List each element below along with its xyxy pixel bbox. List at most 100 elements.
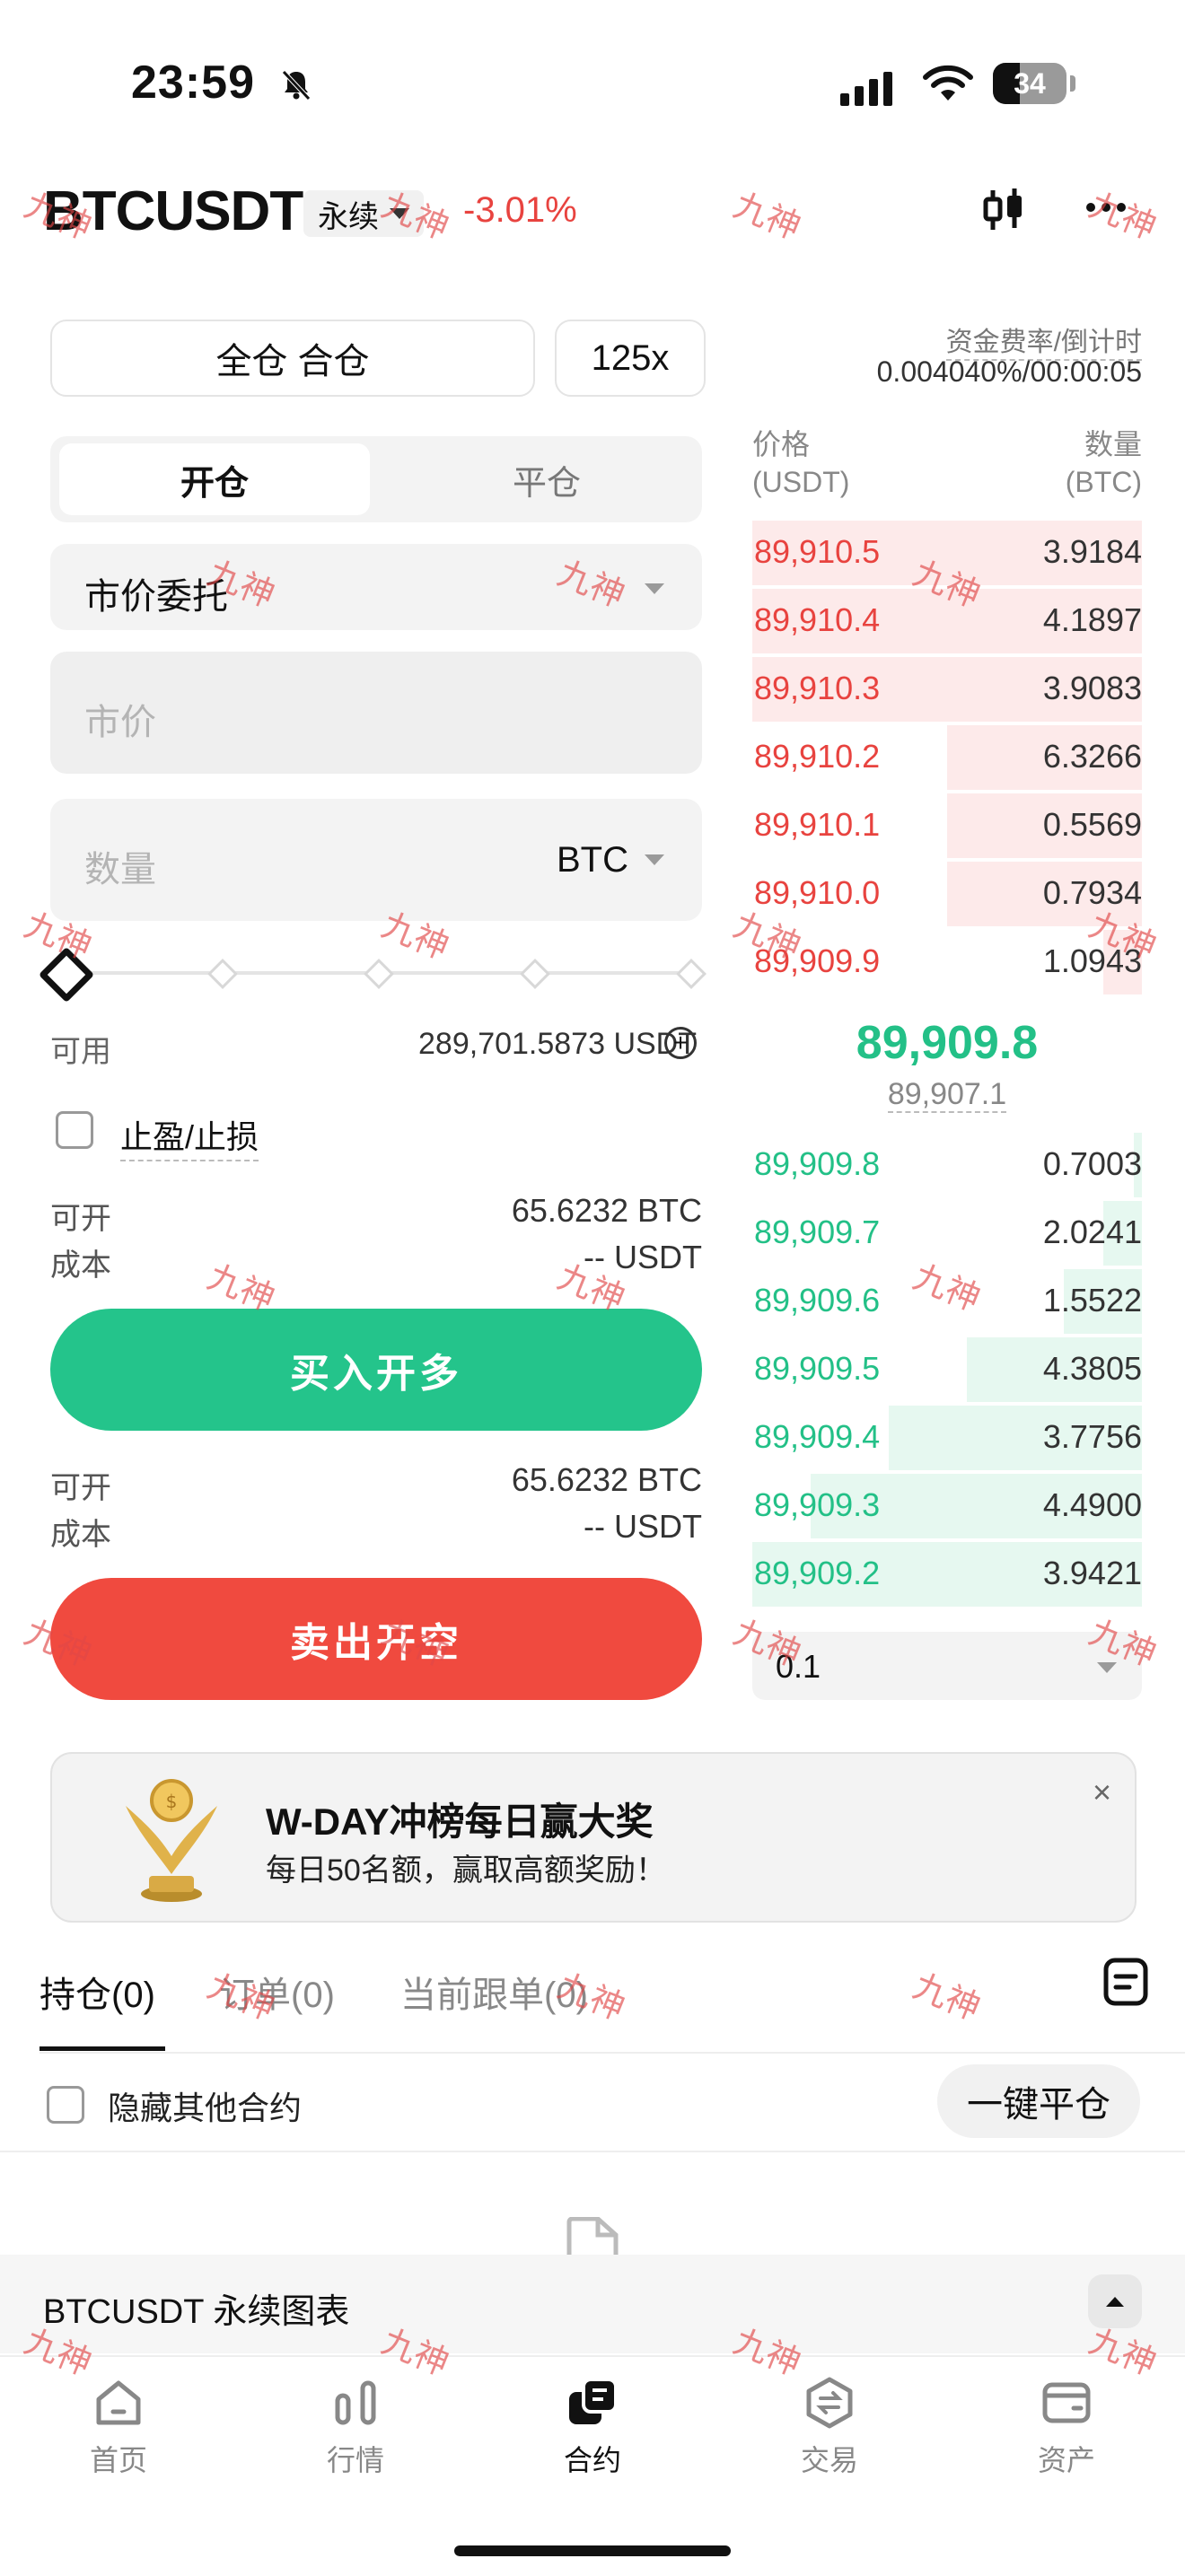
ask-row[interactable]: 89,910.3 3.9083 [752,655,1142,723]
close-all-button[interactable]: 一键平仓 [937,2064,1140,2138]
bid-price: 89,909.8 [754,1145,881,1182]
empty-file-icon [566,2217,619,2256]
ask-row[interactable]: 89,909.9 1.0943 [752,928,1142,996]
battery-icon: 34 [993,63,1066,104]
long-cost-label: 成本 [50,1249,111,1283]
slider-step-100[interactable] [676,959,707,989]
price-placeholder: 市价 [84,703,156,742]
nav-trade-label: 交易 [800,2444,858,2476]
price-input[interactable]: 市价 [50,652,702,774]
ask-price: 89,910.5 [754,533,881,570]
ask-price: 89,910.2 [754,738,881,775]
ask-price: 89,910.4 [754,601,881,638]
qty-header-label: 数量 [1084,428,1142,460]
quantity-unit-select[interactable]: BTC [557,840,628,881]
margin-mode-button[interactable]: 全仓 合仓 [50,320,535,397]
tab-underline [40,2046,165,2051]
bid-price: 89,909.2 [754,1555,881,1591]
open-close-tabs: 开仓 平仓 [50,436,702,522]
depth-step-select[interactable]: 0.1 [752,1632,1142,1700]
ask-qty: 3.9083 [1042,670,1142,706]
bid-qty: 4.4900 [1042,1486,1142,1523]
bid-qty: 4.3805 [1042,1350,1142,1387]
bid-qty: 3.9421 [1042,1555,1142,1591]
nav-futures[interactable]: 合约 [474,2357,711,2479]
bid-price: 89,909.4 [754,1418,881,1455]
hide-others-checkbox[interactable] [47,2086,84,2124]
quantity-input[interactable]: 数量 BTC [50,799,702,921]
buy-long-button[interactable]: 买入开多 [50,1309,702,1431]
ask-row[interactable]: 89,910.1 0.5569 [752,792,1142,860]
short-cost-label: 成本 [50,1518,111,1552]
futures-icon [569,2378,618,2424]
bid-price: 89,909.6 [754,1282,881,1319]
nav-trade[interactable]: 交易 [711,2357,948,2479]
bid-qty: 0.7003 [1042,1145,1142,1182]
wallet-icon [1042,2382,1091,2423]
bid-price: 89,909.5 [754,1350,881,1387]
transfer-plus-icon[interactable]: + [664,1027,697,1059]
funding-rate-value: 0.004040%/00:00:05 [876,355,1142,388]
banner-subtitle: 每日50名额，赢取高额奖励！ [266,1853,666,1888]
candlestick-icon[interactable] [979,185,1029,235]
list-divider [0,2151,1185,2152]
tab-close[interactable]: 平仓 [391,443,702,515]
nav-home[interactable]: 首页 [0,2357,237,2479]
ask-price: 89,910.1 [754,806,881,843]
ask-qty: 0.5569 [1042,806,1142,843]
signal-icon [840,72,892,106]
bottom-nav: 首页 行情 合约 交易 资产 [0,2355,1185,2576]
bid-row[interactable]: 89,909.5 4.3805 [752,1336,1142,1404]
quantity-placeholder: 数量 [84,850,156,889]
nav-futures-label: 合约 [563,2444,621,2476]
bid-row[interactable]: 89,909.3 4.4900 [752,1472,1142,1540]
bid-qty: 2.0241 [1042,1214,1142,1250]
banner-title: W-DAY冲榜每日赢大奖 [266,1801,654,1843]
watermark: 九神 [728,185,807,248]
slider-step-50[interactable] [364,959,394,989]
chart-drawer-label: BTCUSDT 永续图表 [43,2293,350,2331]
price-change: -3.01% [463,190,577,230]
hide-others-label[interactable]: 隐藏其他合约 [108,2082,302,2129]
ask-price: 89,910.0 [754,874,881,911]
bid-row[interactable]: 89,909.4 3.7756 [752,1404,1142,1472]
sell-short-button[interactable]: 卖出开空 [50,1578,702,1700]
battery-level: 34 [1014,66,1046,100]
available-value: 289,701.5873 USDT [418,1027,697,1061]
chart-drawer[interactable]: BTCUSDT 永续图表 [0,2255,1185,2353]
tpsl-checkbox[interactable] [56,1111,93,1149]
tpsl-label[interactable]: 止盈/止损 [120,1111,259,1161]
long-open-label: 可开 [50,1202,111,1236]
chevron-down-icon [1097,1662,1117,1673]
leverage-button[interactable]: 125x [555,320,706,397]
home-icon [96,2380,141,2425]
bid-row[interactable]: 89,909.2 3.9421 [752,1540,1142,1608]
ask-row[interactable]: 89,910.0 0.7934 [752,860,1142,928]
bid-row[interactable]: 89,909.8 0.7003 [752,1131,1142,1199]
ask-row[interactable]: 89,910.2 6.3266 [752,723,1142,792]
last-price: 89,909.8 [856,1017,1039,1069]
bid-price: 89,909.7 [754,1214,881,1250]
slider-step-25[interactable] [207,959,238,989]
tab-positions[interactable]: 持仓(0) [40,1966,155,2018]
tab-open[interactable]: 开仓 [59,443,370,515]
qty-header-unit: (BTC) [1065,466,1142,498]
wifi-icon [923,65,973,101]
mark-price[interactable]: 89,907.1 [752,1077,1142,1113]
order-history-icon[interactable] [1102,1957,1151,2007]
promo-banner[interactable]: $ W-DAY冲榜每日赢大奖 每日50名额，赢取高额奖励！ × [50,1752,1137,1923]
chevron-up-icon [1106,2297,1124,2307]
slider-step-75[interactable] [520,959,550,989]
trade-icon [806,2377,853,2429]
ask-qty: 4.1897 [1042,601,1142,638]
contract-type-label: 永续 [318,199,379,234]
available-label: 可用 [50,1035,111,1069]
bell-muted-icon [282,70,311,101]
status-time: 23:59 [131,57,255,109]
battery-tip [1070,75,1075,92]
close-icon[interactable]: × [1093,1774,1111,1811]
markets-icon [335,2380,376,2425]
bid-qty: 1.5522 [1042,1282,1142,1319]
short-open-value: 65.6232 BTC [511,1461,702,1498]
short-cost-value: -- USDT [584,1508,702,1545]
